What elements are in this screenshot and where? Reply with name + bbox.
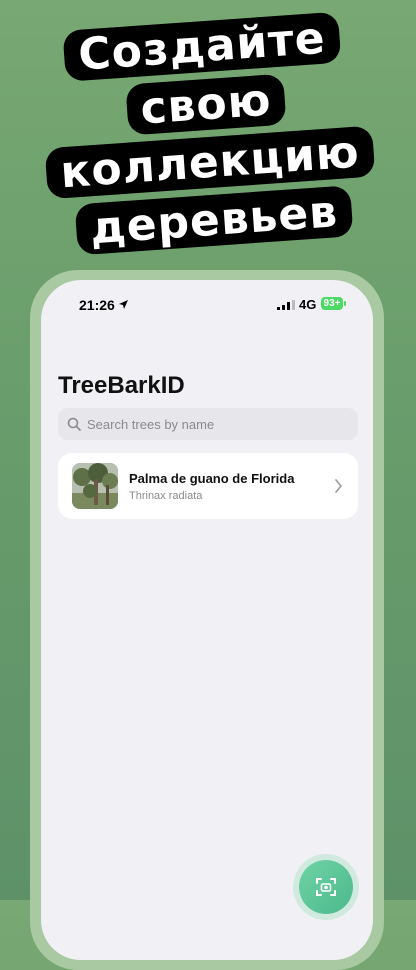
- location-arrow-icon: [119, 300, 128, 309]
- page-title: TreeBarkID: [58, 372, 185, 399]
- tree-list-item[interactable]: Palma de guano de Florida Thrinax radiat…: [58, 453, 358, 519]
- status-time: 21:26: [79, 297, 115, 313]
- battery-icon: 93+: [321, 297, 343, 310]
- tree-scientific-name: Thrinax radiata: [129, 490, 203, 502]
- battery-cap: [344, 301, 346, 306]
- search-input[interactable]: [87, 408, 347, 440]
- tree-name: Palma de guano de Florida: [129, 471, 295, 486]
- promo-headline: Создайте свою коллекцию деревьев: [0, 4, 416, 264]
- search-bar[interactable]: [58, 408, 358, 440]
- phone-screen: 21:26 4G 93+ TreeBarkID Search trees by …: [41, 280, 373, 960]
- camera-scan-icon: [316, 878, 336, 896]
- signal-bars-icon: [277, 300, 295, 310]
- scan-button[interactable]: [299, 860, 353, 914]
- tree-thumbnail: [72, 463, 118, 509]
- chevron-right-icon: [335, 479, 342, 493]
- search-icon: [67, 417, 81, 431]
- headline-line-2: свою: [124, 73, 287, 136]
- status-network: 4G: [299, 297, 317, 312]
- status-bar: 21:26 4G 93+: [41, 280, 373, 330]
